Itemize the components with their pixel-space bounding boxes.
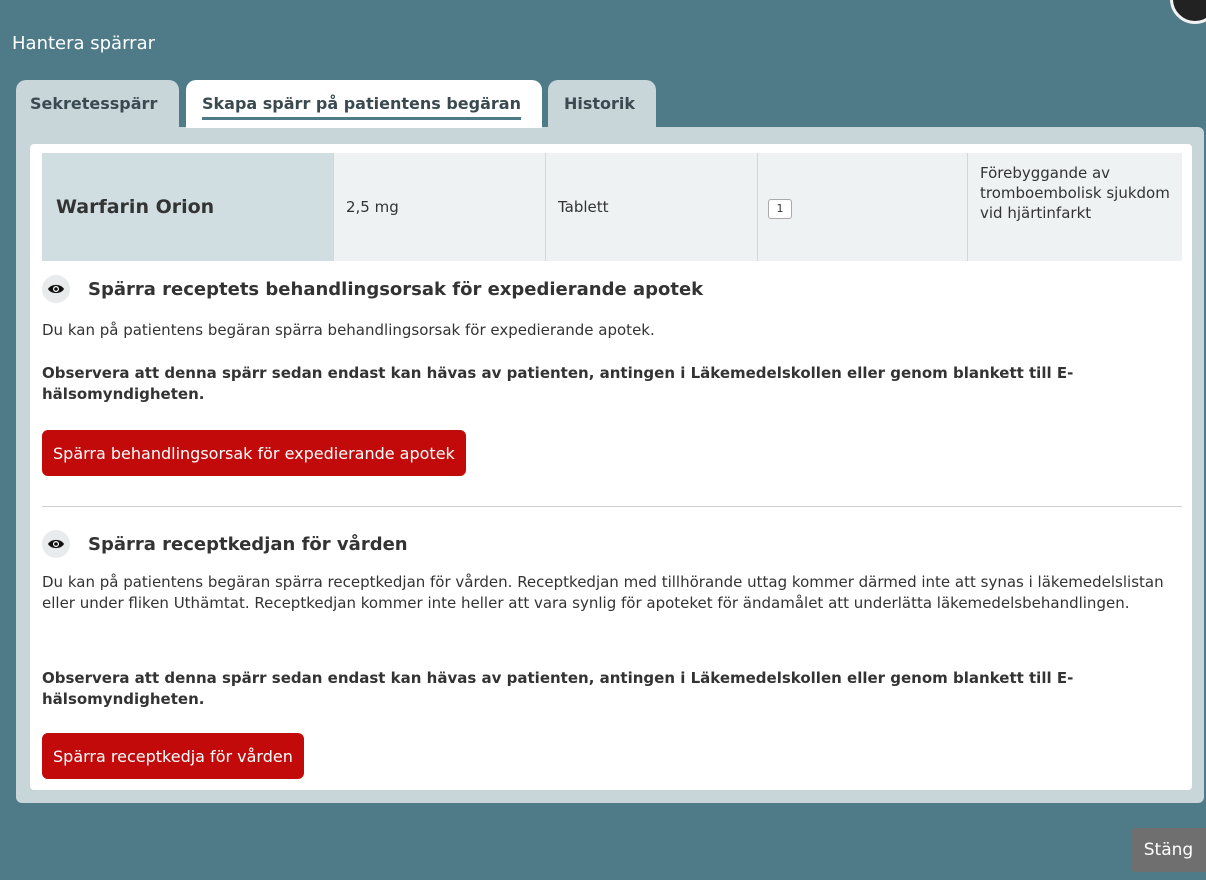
eye-icon[interactable] (42, 530, 70, 558)
tab-skapa-sparr[interactable]: Skapa spärr på patientens begäran (186, 80, 542, 128)
tab-label: Historik (564, 94, 636, 113)
drug-row: Warfarin Orion 2,5 mg Tablett 1 Förebygg… (42, 153, 1182, 261)
close-x-icon[interactable] (1170, 0, 1206, 24)
block-prescription-chain-button[interactable]: Spärra receptkedja för vården (42, 733, 304, 779)
drug-reason: Förebyggande av tromboembolisk sjukdom v… (980, 164, 1170, 222)
section-heading-treatment-reason: Spärra receptets behandlingsorsak för ex… (42, 275, 703, 303)
eye-icon[interactable] (42, 275, 70, 303)
tab-panel: Warfarin Orion 2,5 mg Tablett 1 Förebygg… (30, 144, 1192, 790)
section-description: Du kan på patientens begäran spärra rece… (42, 573, 1164, 612)
tab-label: Sekretesspärr (30, 94, 158, 113)
close-button[interactable]: Stäng (1131, 828, 1206, 872)
section-description: Du kan på patientens begäran spärra beha… (42, 321, 655, 339)
drug-strength: 2,5 mg (334, 153, 546, 261)
section-warning: Observera att denna spärr sedan endast k… (42, 669, 1074, 708)
block-treatment-reason-button[interactable]: Spärra behandlingsorsak för expedierande… (42, 430, 466, 476)
tab-historik[interactable]: Historik (548, 80, 656, 128)
drug-name: Warfarin Orion (42, 153, 334, 261)
drug-form: Tablett (546, 153, 758, 261)
section-heading-text: Spärra receptets behandlingsorsak för ex… (88, 278, 704, 300)
section-heading-text: Spärra receptkedjan för vården (88, 533, 408, 555)
eye-icon-graphic (48, 284, 64, 294)
section-warning: Observera att denna spärr sedan endast k… (42, 364, 1074, 403)
section-heading-prescription-chain: Spärra receptkedjan för vården (42, 530, 408, 558)
drug-count-cell: 1 (758, 153, 968, 261)
tab-sekretessparr[interactable]: Sekretesspärr (16, 80, 179, 128)
section-divider (42, 506, 1182, 507)
tab-label: Skapa spärr på patientens begäran (202, 94, 521, 120)
modal-title: Hantera spärrar (12, 33, 156, 54)
eye-icon-graphic (48, 539, 64, 549)
package-count-badge: 1 (768, 199, 792, 219)
